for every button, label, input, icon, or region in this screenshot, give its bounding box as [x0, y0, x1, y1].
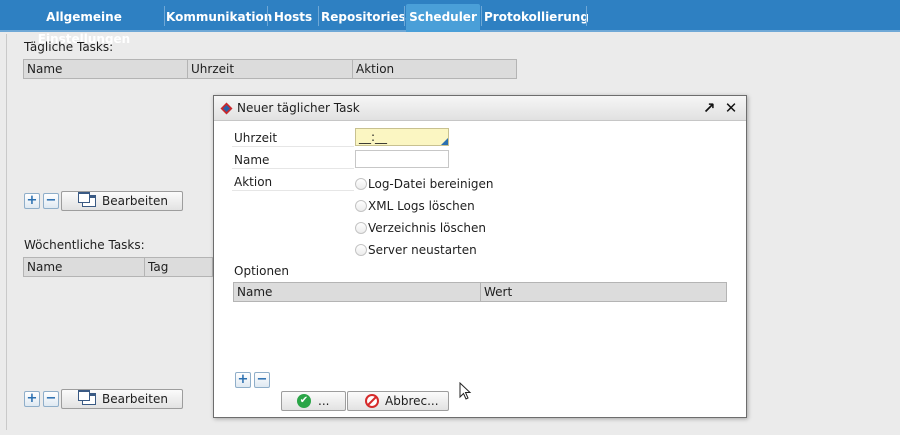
daily-tasks-label: Tägliche Tasks:: [24, 40, 114, 54]
column-header-name[interactable]: Name: [24, 258, 145, 276]
tab-kommunikation[interactable]: Kommunikation: [166, 6, 272, 32]
radio-log-datei-bereinigen[interactable]: [355, 178, 367, 190]
window-icon: [78, 192, 96, 207]
close-icon[interactable]: ✕: [722, 99, 740, 117]
tab-separator: [481, 6, 482, 26]
ok-button-label: ...: [318, 394, 330, 408]
tab-separator: [267, 6, 268, 26]
column-header-name[interactable]: Name: [234, 283, 481, 301]
remove-daily-task-button[interactable]: −: [43, 193, 59, 209]
tab-hosts[interactable]: Hosts: [270, 6, 316, 32]
radio-label[interactable]: Server neustarten: [368, 243, 477, 257]
tab-allgemeine-einstellungen[interactable]: Allgemeine Einstellungen: [6, 6, 162, 46]
action-label: Aktion: [234, 175, 273, 189]
tab-separator: [164, 6, 165, 26]
edit-daily-task-button[interactable]: Bearbeiten: [61, 191, 183, 211]
new-daily-task-dialog: Neuer täglicher Task ↗ ✕ Uhrzeit __:__ N…: [213, 95, 747, 418]
plus-icon: +: [26, 193, 38, 208]
options-table-header: Name Wert: [233, 282, 727, 302]
edit-button-label: Bearbeiten: [102, 392, 168, 406]
tab-separator: [318, 6, 319, 26]
column-header-name[interactable]: Name: [24, 60, 188, 78]
tab-protokollierung[interactable]: Protokollierung: [484, 6, 589, 32]
tab-separator: [404, 6, 405, 26]
add-weekly-task-button[interactable]: +: [24, 391, 40, 407]
tab-scheduler[interactable]: Scheduler: [406, 4, 480, 32]
panel-border: [6, 34, 7, 430]
expand-icon[interactable]: ↗: [700, 99, 718, 117]
options-label: Optionen: [234, 264, 290, 278]
divider: [232, 190, 354, 191]
tab-repositories[interactable]: Repositories: [321, 6, 406, 32]
daily-tasks-table-header: Name Uhrzeit Aktion: [23, 59, 517, 79]
weekly-tasks-table-header: Name Tag: [23, 257, 213, 277]
field-corner-indicator: [441, 138, 448, 145]
cancel-button-label: Abbrec...: [385, 394, 439, 408]
window-icon: [78, 390, 96, 405]
radio-verzeichnis-loeschen[interactable]: [355, 222, 367, 234]
column-header-wert[interactable]: Wert: [481, 283, 726, 301]
time-input[interactable]: __:__: [355, 128, 449, 146]
tab-bar: Allgemeine Einstellungen Kommunikation H…: [0, 0, 900, 46]
add-daily-task-button[interactable]: +: [24, 193, 40, 209]
minus-icon: −: [45, 391, 57, 406]
mouse-pointer-icon: [459, 382, 472, 400]
minus-icon: −: [256, 372, 268, 387]
minus-icon: −: [45, 193, 57, 208]
weekly-tasks-label: Wöchentliche Tasks:: [24, 238, 145, 252]
cancel-button[interactable]: Abbrec...: [347, 391, 449, 411]
radio-label[interactable]: Log-Datei bereinigen: [368, 177, 494, 191]
app-icon: [220, 102, 233, 115]
name-label: Name: [234, 153, 270, 167]
cancel-icon: [365, 394, 379, 408]
ok-button[interactable]: ✔ ...: [281, 391, 346, 411]
column-header-tag[interactable]: Tag: [145, 258, 212, 276]
divider: [232, 168, 354, 169]
plus-icon: +: [237, 372, 249, 387]
checkmark-icon: ✔: [297, 394, 311, 408]
plus-icon: +: [26, 391, 38, 406]
name-input[interactable]: [355, 150, 449, 168]
time-label: Uhrzeit: [234, 131, 278, 145]
column-header-aktion[interactable]: Aktion: [353, 60, 516, 78]
radio-label[interactable]: Verzeichnis löschen: [368, 221, 486, 235]
dialog-title: Neuer täglicher Task: [237, 101, 360, 115]
radio-server-neustarten[interactable]: [355, 244, 367, 256]
column-header-uhrzeit[interactable]: Uhrzeit: [188, 60, 353, 78]
remove-option-button[interactable]: −: [254, 372, 270, 388]
dialog-title-bar[interactable]: Neuer täglicher Task ↗ ✕: [214, 96, 746, 121]
time-input-value: __:__: [359, 130, 388, 144]
tab-separator: [586, 6, 587, 26]
remove-weekly-task-button[interactable]: −: [43, 391, 59, 407]
radio-xml-logs-loeschen[interactable]: [355, 200, 367, 212]
divider: [232, 146, 354, 147]
radio-label[interactable]: XML Logs löschen: [368, 199, 475, 213]
edit-weekly-task-button[interactable]: Bearbeiten: [61, 389, 183, 409]
edit-button-label: Bearbeiten: [102, 194, 168, 208]
add-option-button[interactable]: +: [235, 372, 251, 388]
